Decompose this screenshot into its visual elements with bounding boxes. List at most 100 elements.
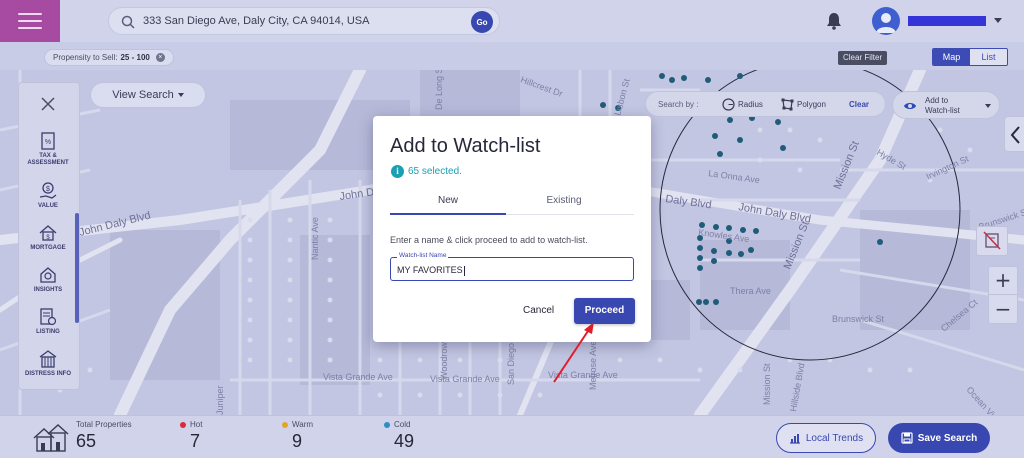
zoom-in-button[interactable]: + <box>989 267 1017 295</box>
svg-text:$: $ <box>46 186 50 193</box>
hot-value: 7 <box>190 431 201 451</box>
insights-icon <box>40 267 56 283</box>
sidebar-item-distress-info[interactable]: DISTRESS INFO <box>19 349 77 378</box>
polygon-icon <box>781 98 794 111</box>
sidebar-item-listing[interactable]: LISTING <box>19 307 77 336</box>
selected-count-row: i 65 selected. <box>391 165 462 178</box>
bell-icon[interactable] <box>826 12 842 30</box>
search-by-control: Search by : Radius Polygon Clear <box>645 91 886 117</box>
warm-stat: Warm 9 <box>282 420 313 452</box>
layers-toggle-button[interactable] <box>976 226 1008 256</box>
bottom-stats-bar: Total Properties 65 Hot 7 Warm 9 Cold 49… <box>0 415 1024 458</box>
chevron-left-icon <box>1010 126 1020 144</box>
tax-assessment-icon: % <box>41 132 55 150</box>
list-view-button[interactable]: List <box>970 49 1007 65</box>
sidebar-item-insights[interactable]: INSIGHTS <box>19 265 77 294</box>
cold-label: Cold <box>394 420 411 429</box>
chevron-down-icon <box>177 93 184 97</box>
svg-text:Nantic Ave: Nantic Ave <box>310 217 320 260</box>
watchlist-name-value: MY FAVORITES <box>397 265 463 275</box>
modal-title: Add to Watch-list <box>390 135 541 157</box>
sidebar-item-label: MORTGAGE <box>30 245 66 251</box>
address-search-bar[interactable]: 333 San Diego Ave, Daly City, CA 94014, … <box>108 7 500 35</box>
clear-filter-tooltip: Clear Filter <box>838 51 888 65</box>
view-search-dropdown[interactable]: View Search <box>90 82 206 108</box>
sidebar-item-value[interactable]: $ VALUE <box>19 181 77 210</box>
sidebar-item-label: DISTRESS INFO <box>24 371 71 377</box>
selected-count-text: 65 selected. <box>408 166 462 177</box>
svg-text:Juniper: Juniper <box>215 385 225 415</box>
map-list-toggle: Map List <box>932 48 1008 66</box>
radius-label: Radius <box>738 100 763 109</box>
houses-icon <box>33 424 69 452</box>
total-properties-stat: Total Properties 65 <box>76 420 132 452</box>
mortgage-icon: $ <box>39 225 57 241</box>
top-bar: 333 San Diego Ave, Daly City, CA 94014, … <box>0 0 1024 42</box>
close-icon[interactable]: × <box>155 53 165 62</box>
hot-dot-icon <box>180 421 186 428</box>
zoom-controls: + − <box>988 266 1018 324</box>
warm-dot-icon <box>282 421 288 428</box>
local-trends-label: Local Trends <box>805 432 864 444</box>
polygon-option[interactable]: Polygon <box>781 98 826 111</box>
listing-icon <box>40 308 57 326</box>
clear-search-shape-button[interactable]: Clear <box>849 100 869 109</box>
eye-icon <box>904 103 916 109</box>
left-sidebar: % TAX & ASSESSMENT $ VALUE $ MORTGAGE IN… <box>18 82 80 390</box>
watchlist-name-input[interactable]: MY FAVORITES <box>397 265 465 276</box>
local-trends-button[interactable]: Local Trends <box>776 423 876 453</box>
watchlist-name-field[interactable]: Watch-list Name MY FAVORITES <box>390 252 634 281</box>
text-cursor <box>463 265 465 276</box>
annotation-arrow-icon <box>553 322 594 383</box>
radius-icon <box>722 98 735 111</box>
radius-option[interactable]: Radius <box>722 98 763 111</box>
hot-label: Hot <box>190 420 203 429</box>
polygon-label: Polygon <box>797 100 826 109</box>
close-icon[interactable] <box>39 95 57 113</box>
svg-text:%: % <box>45 139 51 146</box>
search-by-label: Search by : <box>658 100 699 109</box>
watchlist-line2: Watch-list <box>925 106 960 115</box>
username-redacted[interactable] <box>908 16 986 26</box>
svg-text:Vista Grande Ave: Vista Grande Ave <box>323 372 393 382</box>
save-search-button[interactable]: Save Search <box>888 423 990 453</box>
watchlist-name-label: Watch-list Name <box>397 252 449 259</box>
zoom-out-button[interactable]: − <box>989 296 1017 324</box>
distress-info-icon <box>39 350 57 368</box>
filter-chip-label: Propensity to Sell: <box>53 53 118 62</box>
sidebar-item-mortgage[interactable]: $ MORTGAGE <box>19 223 77 252</box>
user-menu-caret-icon[interactable] <box>994 18 1002 23</box>
svg-text:De Long St: De Long St <box>434 70 444 110</box>
warm-value: 9 <box>292 431 303 451</box>
view-search-label: View Search <box>112 89 174 101</box>
filter-chip-value: 25 - 100 <box>120 53 150 62</box>
sidebar-item-label: TAX & ASSESSMENT <box>27 153 69 166</box>
search-input[interactable]: 333 San Diego Ave, Daly City, CA 94014, … <box>143 15 369 27</box>
sidebar-item-label: INSIGHTS <box>33 287 63 293</box>
cold-value: 49 <box>394 431 415 451</box>
sidebar-item-label: VALUE <box>38 203 58 209</box>
propensity-filter-chip[interactable]: Propensity to Sell: 25 - 100 × <box>44 49 174 66</box>
avatar[interactable] <box>872 7 900 35</box>
tab-new[interactable]: New <box>390 193 506 215</box>
sidebar-item-tax-assessment[interactable]: % TAX & ASSESSMENT <box>19 131 77 167</box>
go-button[interactable]: Go <box>471 11 493 33</box>
total-properties-value: 65 <box>76 431 97 451</box>
sidebar-scrollbar[interactable] <box>75 213 79 323</box>
save-search-label: Save Search <box>917 432 978 444</box>
collapse-panel-button[interactable] <box>1004 116 1024 152</box>
chevron-down-icon[interactable] <box>985 104 991 108</box>
chart-icon <box>789 433 800 444</box>
tab-existing[interactable]: Existing <box>506 193 622 215</box>
svg-text:Thera Ave: Thera Ave <box>730 286 771 296</box>
value-icon: $ <box>39 182 57 199</box>
info-icon: i <box>391 165 404 178</box>
search-icon <box>121 15 135 29</box>
hamburger-menu-icon[interactable] <box>0 0 60 42</box>
map-view-button[interactable]: Map <box>933 49 970 65</box>
cancel-button[interactable]: Cancel <box>523 305 554 316</box>
add-to-watchlist-button[interactable]: Add to Watch-list <box>892 91 1000 119</box>
cold-dot-icon <box>384 421 390 428</box>
save-icon <box>901 432 913 444</box>
svg-text:Mission St: Mission St <box>762 363 772 405</box>
